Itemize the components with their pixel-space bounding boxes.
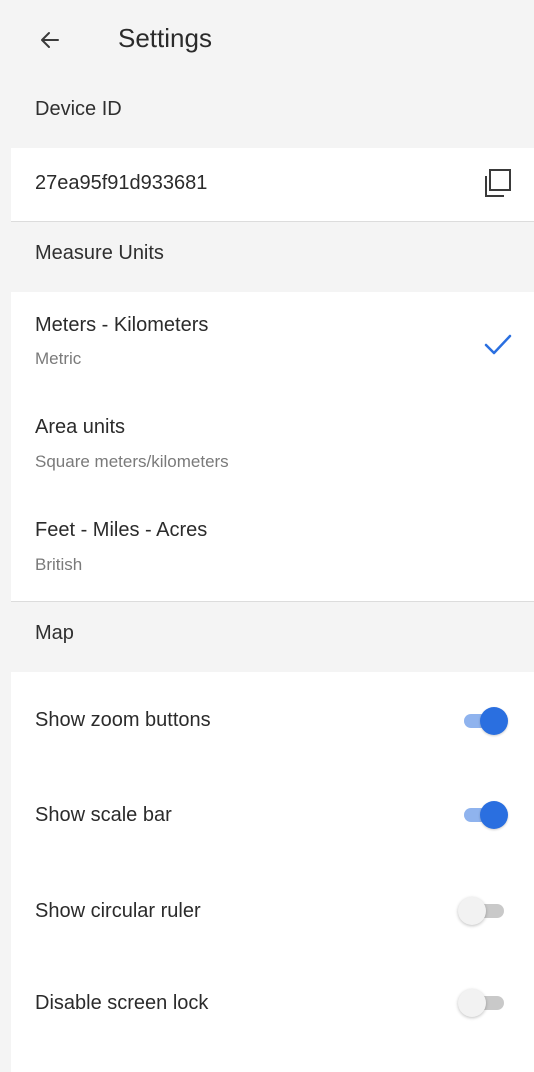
setting-label: Show zoom buttons xyxy=(35,709,211,731)
section-header-label: Map xyxy=(35,622,74,644)
selected-check xyxy=(480,326,516,362)
unit-option-label: Feet - Miles - Acres xyxy=(35,519,208,541)
settings-screen: Settings Device ID 27ea95f91d933681 Meas… xyxy=(0,0,534,1072)
checkmark-icon xyxy=(484,334,512,355)
setting-label: Show scale bar xyxy=(35,804,172,826)
setting-label: Disable screen lock xyxy=(35,992,209,1014)
copy-device-id-button[interactable] xyxy=(474,162,518,206)
setting-row-disable-screen-lock[interactable]: Disable screen lock xyxy=(11,958,534,1052)
unit-option-subtitle: Square meters/kilometers xyxy=(35,452,229,471)
section-header-map: Map xyxy=(11,602,534,672)
setting-row-show-zoom-buttons[interactable]: Show zoom buttons xyxy=(11,672,534,768)
left-edge-strip xyxy=(0,0,11,1072)
unit-option-label: Area units xyxy=(35,416,126,438)
unit-option-metric[interactable]: Meters - Kilometers Metric xyxy=(11,292,534,396)
toggle-thumb xyxy=(458,897,486,925)
toggle-thumb xyxy=(480,707,508,735)
disable-screen-lock-toggle[interactable] xyxy=(458,988,508,1018)
device-id-row: 27ea95f91d933681 xyxy=(11,148,534,221)
arrow-left-icon xyxy=(41,32,59,48)
setting-row-show-circular-ruler[interactable]: Show circular ruler xyxy=(11,864,534,958)
page-title: Settings xyxy=(118,23,212,53)
show-zoom-buttons-toggle[interactable] xyxy=(458,706,508,736)
section-header-label: Measure Units xyxy=(35,242,164,264)
show-scale-bar-toggle[interactable] xyxy=(458,800,508,830)
section-header-label: Device ID xyxy=(35,98,122,120)
unit-option-british[interactable]: Feet - Miles - Acres British xyxy=(11,499,534,601)
copy-icon xyxy=(485,169,511,197)
app-bar: Settings xyxy=(0,0,534,76)
toggle-thumb xyxy=(458,989,486,1017)
toggle-thumb xyxy=(480,801,508,829)
show-circular-ruler-toggle[interactable] xyxy=(458,896,508,926)
section-header-measure-units: Measure Units xyxy=(11,222,534,292)
setting-label: Show circular ruler xyxy=(35,900,201,922)
back-button[interactable] xyxy=(30,20,70,60)
unit-option-subtitle: Metric xyxy=(35,349,82,368)
unit-option-area[interactable]: Area units Square meters/kilometers xyxy=(11,396,534,499)
unit-option-label: Meters - Kilometers xyxy=(35,314,209,336)
section-header-device-id: Device ID xyxy=(11,76,534,148)
setting-row-show-scale-bar[interactable]: Show scale bar xyxy=(11,768,534,864)
unit-option-subtitle: British xyxy=(35,555,83,574)
device-id-value: 27ea95f91d933681 xyxy=(35,172,208,194)
